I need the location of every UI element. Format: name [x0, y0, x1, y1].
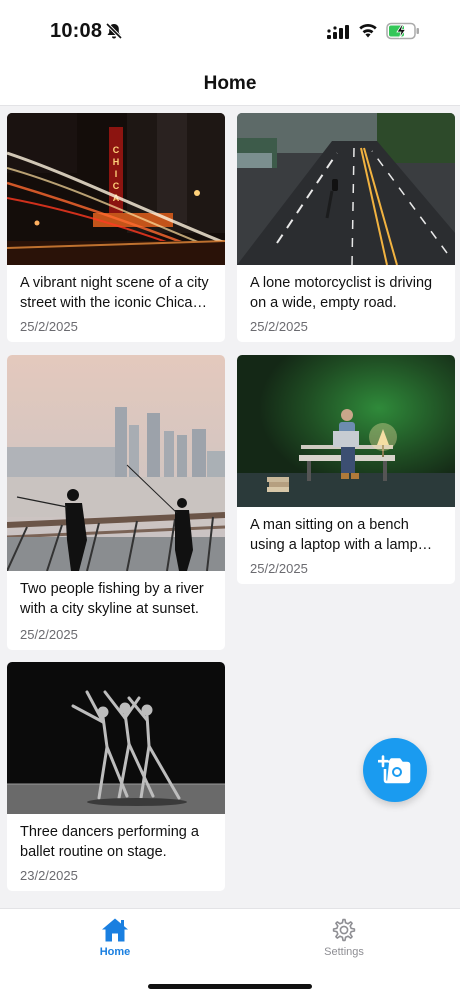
nav-header: Home	[0, 62, 460, 106]
post-date: 25/2/2025	[20, 627, 78, 642]
svg-text:C: C	[113, 181, 120, 191]
post-card[interactable]: Three dancers performing a ballet routin…	[7, 662, 225, 891]
bell-muted-icon	[105, 22, 123, 40]
home-indicator	[148, 984, 312, 989]
tab-settings[interactable]: Settings	[284, 917, 404, 969]
status-time: 10:08	[50, 20, 103, 42]
battery-charging-icon	[386, 22, 419, 40]
post-card[interactable]: C H I C A A vibrant night scene of a cit…	[7, 113, 225, 342]
add-photo-icon	[378, 755, 411, 784]
post-card[interactable]: Two people fishing by a river with a cit…	[7, 355, 225, 650]
wifi-icon	[359, 24, 377, 38]
post-date: 25/2/2025	[20, 319, 78, 334]
post-photo	[237, 113, 455, 265]
post-card[interactable]: A lone motorcyclist is driving on a wide…	[237, 113, 455, 342]
post-date: 25/2/2025	[250, 561, 308, 576]
post-photo: C H I C A	[7, 113, 225, 265]
post-card[interactable]: A man sitting on a bench using a laptop …	[237, 355, 455, 584]
tab-settings-label: Settings	[324, 946, 364, 958]
tab-home[interactable]: Home	[55, 917, 175, 969]
post-description: Two people fishing by a river with a cit…	[20, 581, 204, 617]
svg-text:H: H	[113, 157, 120, 167]
post-photo	[237, 355, 455, 507]
svg-text:I: I	[115, 169, 118, 179]
page-title: Home	[203, 72, 257, 94]
svg-text:C: C	[113, 145, 120, 155]
status-bar: 10:08	[0, 0, 460, 62]
post-date: 23/2/2025	[20, 868, 78, 883]
post-description: A vibrant night scene of a city street w…	[20, 275, 209, 311]
post-description: Three dancers performing a ballet routin…	[20, 824, 199, 860]
post-date: 25/2/2025	[250, 319, 308, 334]
post-photo	[7, 662, 225, 814]
gear-icon	[332, 918, 356, 942]
post-description: A man sitting on a bench using a laptop …	[250, 517, 418, 553]
post-photo	[7, 355, 225, 571]
home-icon	[102, 918, 128, 942]
signal-icon	[327, 25, 349, 39]
post-description: A lone motorcyclist is driving on a wide…	[250, 275, 433, 311]
tab-bar: Home Settings	[0, 908, 460, 997]
add-photo-button[interactable]	[363, 738, 427, 802]
tab-home-label: Home	[99, 946, 131, 958]
